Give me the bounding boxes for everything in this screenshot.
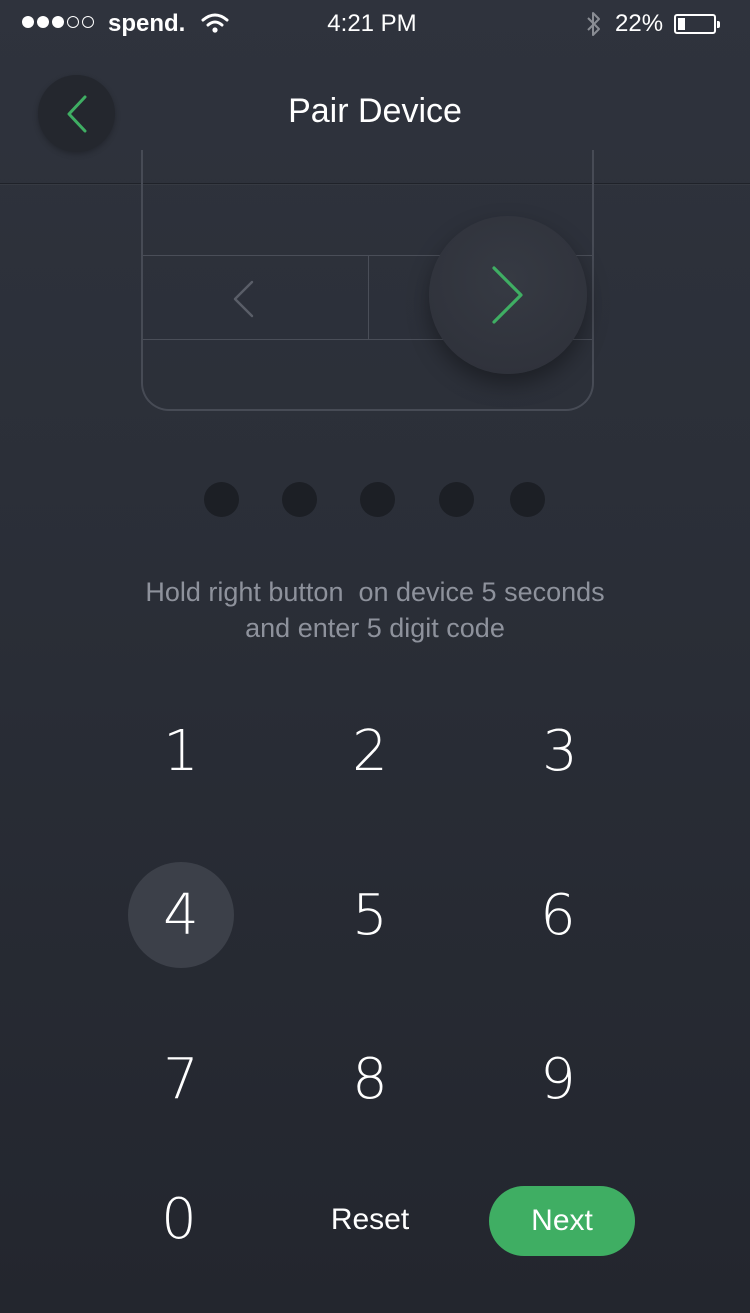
page-title: Pair Device [288, 92, 462, 130]
key-8[interactable]: 8 [317, 1026, 423, 1132]
chevron-right-icon [492, 266, 523, 324]
status-time: 4:21 PM [327, 10, 417, 37]
device-illustration [141, 150, 594, 411]
code-dot [360, 482, 395, 517]
code-dot [204, 482, 239, 517]
battery-icon [674, 14, 720, 34]
bluetooth-icon [587, 12, 600, 36]
code-dot [510, 482, 545, 517]
code-dot [439, 482, 474, 517]
key-5[interactable]: 5 [317, 862, 423, 968]
device-divider [368, 256, 369, 339]
key-1[interactable]: 1 [128, 698, 234, 804]
key-9[interactable]: 9 [505, 1026, 611, 1132]
next-button[interactable]: Next [489, 1186, 635, 1256]
code-dot [282, 482, 317, 517]
chevron-left-icon [233, 280, 254, 318]
instructions: Hold right button on device 5 seconds an… [0, 574, 750, 646]
code-indicator [0, 482, 750, 518]
battery-percent: 22% [615, 10, 664, 37]
key-2[interactable]: 2 [317, 698, 423, 804]
instructions-line-2: and enter 5 digit code [245, 613, 505, 643]
reset-button[interactable]: Reset [308, 1192, 432, 1248]
status-bar: spend. 4:21 PM 22% [0, 0, 750, 48]
key-3[interactable]: 3 [507, 698, 613, 804]
device-right-button [429, 216, 587, 374]
key-0[interactable]: 0 [126, 1166, 232, 1272]
key-7[interactable]: 7 [128, 1026, 234, 1132]
instructions-line-1: Hold right button on device 5 seconds [145, 577, 605, 607]
key-4[interactable]: 4 [128, 862, 234, 968]
battery-fill [678, 18, 685, 30]
key-6[interactable]: 6 [505, 862, 611, 968]
